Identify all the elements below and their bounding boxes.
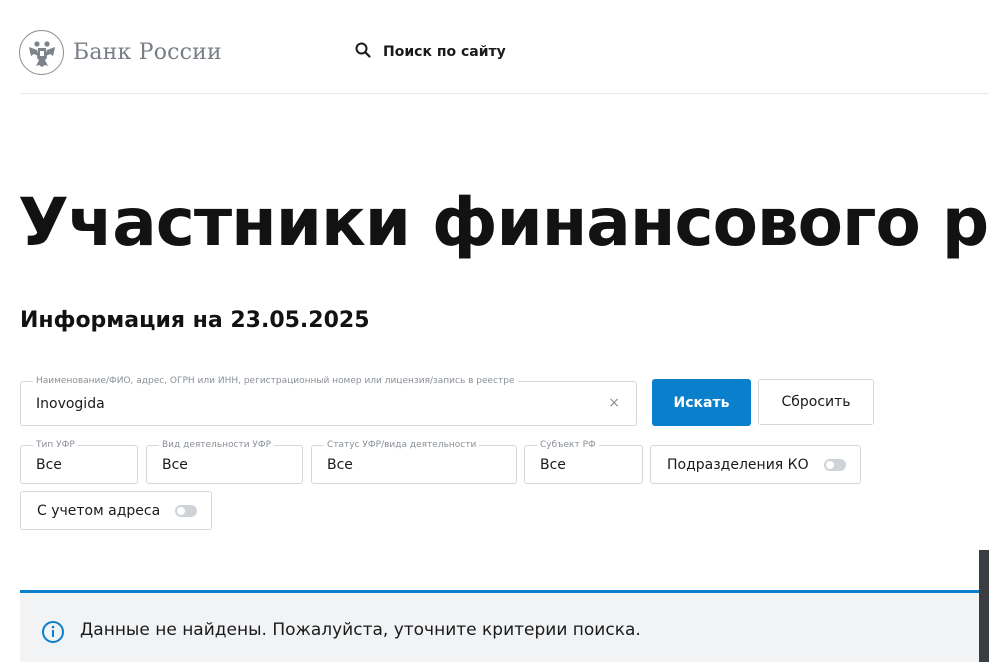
address-switch[interactable] [175,504,198,517]
double-headed-eagle-icon [19,30,64,75]
scrollbar-edge[interactable] [979,550,989,662]
header-divider [20,93,989,94]
logo-text: Банк России [73,40,222,65]
branches-toggle[interactable]: Подразделения КО [650,445,861,484]
search-button[interactable]: Искать [652,379,751,426]
address-toggle-label: С учетом адреса [37,502,161,519]
info-date-heading: Информация на 23.05.2025 [20,308,370,333]
search-icon [355,42,371,62]
notice-text: Данные не найдены. Пожалуйста, уточните … [80,620,641,640]
page: Банк России Поиск по сайту Участники фин… [0,0,989,662]
info-icon [41,620,65,648]
query-input[interactable]: Inovogida [36,396,105,412]
region-select-legend: Субъект РФ [537,439,599,451]
activity-select[interactable]: Вид деятельности УФР Все [146,439,303,484]
type-select[interactable]: Тип УФР Все [20,439,138,484]
activity-select-legend: Вид деятельности УФР [159,439,275,451]
status-select[interactable]: Статус УФР/вида деятельности Все [311,439,517,484]
type-select-legend: Тип УФР [33,439,78,451]
status-select-value: Все [327,457,353,473]
bank-of-russia-logo[interactable]: Банк России [19,30,222,75]
page-title: Участники финансового рынка [18,184,989,261]
branches-toggle-label: Подразделения КО [667,456,809,473]
site-search-button[interactable]: Поиск по сайту [355,42,506,62]
activity-select-value: Все [162,457,188,473]
query-field[interactable]: Наименование/ФИО, адрес, ОГРН или ИНН, р… [20,375,637,426]
site-search-label: Поиск по сайту [383,44,506,60]
clear-query-icon[interactable]: × [608,396,620,410]
type-select-value: Все [36,457,62,473]
status-select-legend: Статус УФР/вида деятельности [324,439,480,451]
region-select-value: Все [540,457,566,473]
no-results-notice: Данные не найдены. Пожалуйста, уточните … [20,590,989,662]
query-field-legend: Наименование/ФИО, адрес, ОГРН или ИНН, р… [33,375,518,387]
switch-knob [177,506,186,515]
reset-button[interactable]: Сбросить [758,379,874,425]
region-select[interactable]: Субъект РФ Все [524,439,643,484]
switch-knob [825,460,834,469]
site-header: Банк России Поиск по сайту [0,0,989,94]
address-toggle[interactable]: С учетом адреса [20,491,212,530]
branches-switch[interactable] [823,458,846,471]
